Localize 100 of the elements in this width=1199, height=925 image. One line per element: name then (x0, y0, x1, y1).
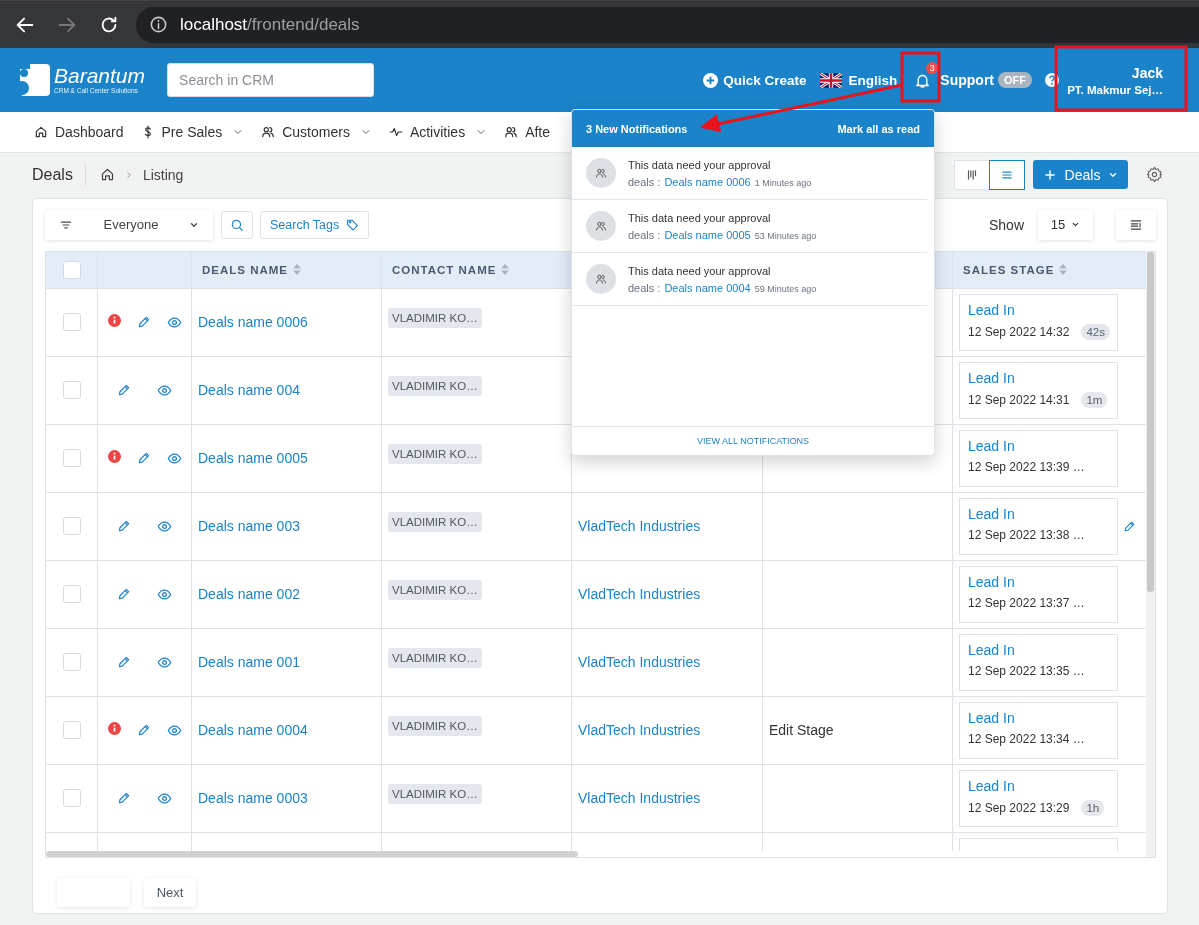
flag-icon[interactable] (819, 72, 842, 88)
notification-item[interactable]: This data need your approval deals : Deals name 0006 1 Minutes ago (572, 147, 927, 200)
vertical-scrollbar[interactable] (1147, 252, 1154, 592)
checkbox[interactable] (62, 381, 81, 400)
add-deal-button[interactable]: Deals (1033, 160, 1128, 189)
deal-name-link[interactable]: Deals name 0003 (198, 790, 308, 807)
edit-icon[interactable] (1123, 519, 1136, 533)
address-bar[interactable]: localhost/frontend/deals (136, 6, 1199, 43)
stage-name[interactable]: Lead In (968, 505, 1109, 522)
stage-name[interactable]: Lead In (968, 437, 1109, 454)
logo-icon (20, 64, 50, 96)
edit-icon[interactable] (117, 791, 131, 806)
checkbox[interactable] (62, 313, 81, 332)
column-header[interactable]: CONTACT NAME (392, 263, 497, 276)
url-text: localhost/frontend/deals (180, 14, 360, 35)
quick-create-button[interactable]: Quick Create (703, 72, 807, 88)
checkbox[interactable] (62, 449, 81, 468)
company-link[interactable]: VladTech Industries (578, 654, 701, 671)
eye-icon[interactable] (166, 450, 182, 466)
nav-item[interactable]: Activities (388, 124, 488, 140)
eye-icon[interactable] (157, 586, 172, 602)
contact-tag[interactable]: VLADIMIR KO… (388, 579, 482, 600)
edit-icon[interactable] (117, 519, 131, 534)
deal-link[interactable]: Deals name 0006 (664, 175, 751, 188)
deal-name-link[interactable]: Deals name 002 (198, 586, 300, 603)
edit-icon[interactable] (117, 587, 131, 602)
horizontal-scrollbar[interactable] (46, 851, 578, 857)
stage-name[interactable]: Lead In (968, 709, 1109, 726)
deal-name-link[interactable]: Deals name 0004 (198, 722, 308, 739)
alert-icon[interactable] (107, 722, 121, 736)
nav-item[interactable]: Pre Sales (140, 124, 245, 140)
notification-message: This data need your approval (628, 211, 772, 224)
kanban-view-button[interactable] (954, 159, 990, 190)
stage-name[interactable]: Lead In (968, 301, 1109, 318)
checkbox[interactable] (62, 517, 81, 536)
deal-link[interactable]: Deals name 0004 (664, 281, 751, 294)
view-all-notifications-link[interactable]: VIEW ALL NOTIFICATIONS (697, 436, 809, 446)
eye-icon[interactable] (166, 314, 182, 330)
checkbox[interactable] (62, 585, 81, 604)
edit-icon[interactable] (136, 315, 151, 330)
deal-name-link[interactable]: Deals name 0006 (198, 314, 308, 331)
notification-time: 53 Minutes ago (754, 230, 817, 241)
deal-name-link[interactable]: Deals name 004 (198, 382, 300, 399)
stage-name[interactable]: Lead In (968, 777, 1109, 794)
language-button[interactable]: English (848, 72, 898, 88)
eye-icon[interactable] (157, 790, 172, 806)
contact-tag[interactable]: VLADIMIR KO… (388, 443, 482, 464)
eye-icon[interactable] (157, 382, 172, 398)
deal-name-link[interactable]: Deals name 001 (198, 654, 300, 671)
contact-tag[interactable]: VLADIMIR KO… (388, 647, 482, 668)
page-size-select[interactable]: 15 (1038, 209, 1093, 240)
settings-icon[interactable] (1146, 166, 1163, 183)
help-icon[interactable] (1045, 73, 1059, 87)
company-link[interactable]: VladTech Industries (578, 722, 701, 739)
search-field[interactable]: Search in CRM (167, 63, 375, 97)
deal-name-link[interactable]: Deals name 0005 (198, 450, 308, 467)
home-icon[interactable] (99, 167, 115, 182)
user-name[interactable]: Jack (1131, 64, 1163, 81)
eye-icon[interactable] (157, 654, 172, 670)
column-header[interactable]: SALES STAGE (963, 263, 1055, 276)
company-link[interactable]: VladTech Industries (578, 518, 701, 535)
contact-tag[interactable]: VLADIMIR KO… (388, 715, 482, 736)
deal-link[interactable]: Deals name 0005 (664, 228, 751, 241)
stage-name[interactable]: Lead In (968, 641, 1109, 658)
company-link[interactable]: VladTech Industries (578, 586, 701, 603)
deal-name-link[interactable]: Deals name 003 (198, 518, 300, 535)
edit-icon[interactable] (117, 655, 131, 670)
edit-icon[interactable] (117, 383, 131, 398)
eye-icon[interactable] (157, 518, 172, 534)
checkbox[interactable] (62, 789, 81, 808)
list-view-button[interactable] (989, 159, 1025, 190)
nav-item[interactable]: Afte (504, 124, 551, 140)
edit-icon[interactable] (136, 723, 151, 738)
edit-icon[interactable] (136, 451, 151, 466)
search-tags-button[interactable]: Search Tags (260, 210, 370, 239)
contact-tag[interactable]: VLADIMIR KO… (388, 375, 482, 396)
contact-tag[interactable]: VLADIMIR KO… (388, 307, 482, 328)
search-button[interactable] (221, 210, 253, 239)
checkbox[interactable] (62, 721, 81, 740)
stage-name[interactable]: Lead In (968, 369, 1109, 386)
company-link[interactable]: VladTech Industries (578, 790, 701, 807)
nav-item[interactable]: Customers (261, 124, 372, 140)
alert-icon[interactable] (107, 314, 121, 328)
info-icon[interactable] (149, 15, 168, 34)
nav-item[interactable]: Dashboard (34, 124, 124, 140)
checkbox[interactable] (62, 653, 81, 672)
eye-icon[interactable] (166, 722, 182, 738)
owner-select[interactable]: Everyone (45, 209, 213, 240)
contact-tag[interactable]: VLADIMIR KO… (388, 511, 482, 532)
stage-time: 12 Sep 2022 13:34 … (968, 731, 1085, 746)
checkbox[interactable] (62, 260, 81, 279)
mark-all-read-link[interactable]: Mark all as read (837, 122, 920, 135)
columns-button[interactable] (1116, 209, 1156, 240)
column-header[interactable]: DEALS NAME (202, 263, 289, 276)
alert-icon[interactable] (107, 450, 121, 464)
contact-tag[interactable]: VLADIMIR KO… (388, 783, 482, 804)
notification-item[interactable]: This data need your approval deals : Deals name 0005 53 Minutes ago (572, 200, 927, 253)
notification-item[interactable]: This data need your approval deals : Deals name 0004 59 Minutes ago (572, 253, 927, 306)
next-button[interactable]: Next (144, 878, 196, 907)
stage-name[interactable]: Lead In (968, 573, 1109, 590)
